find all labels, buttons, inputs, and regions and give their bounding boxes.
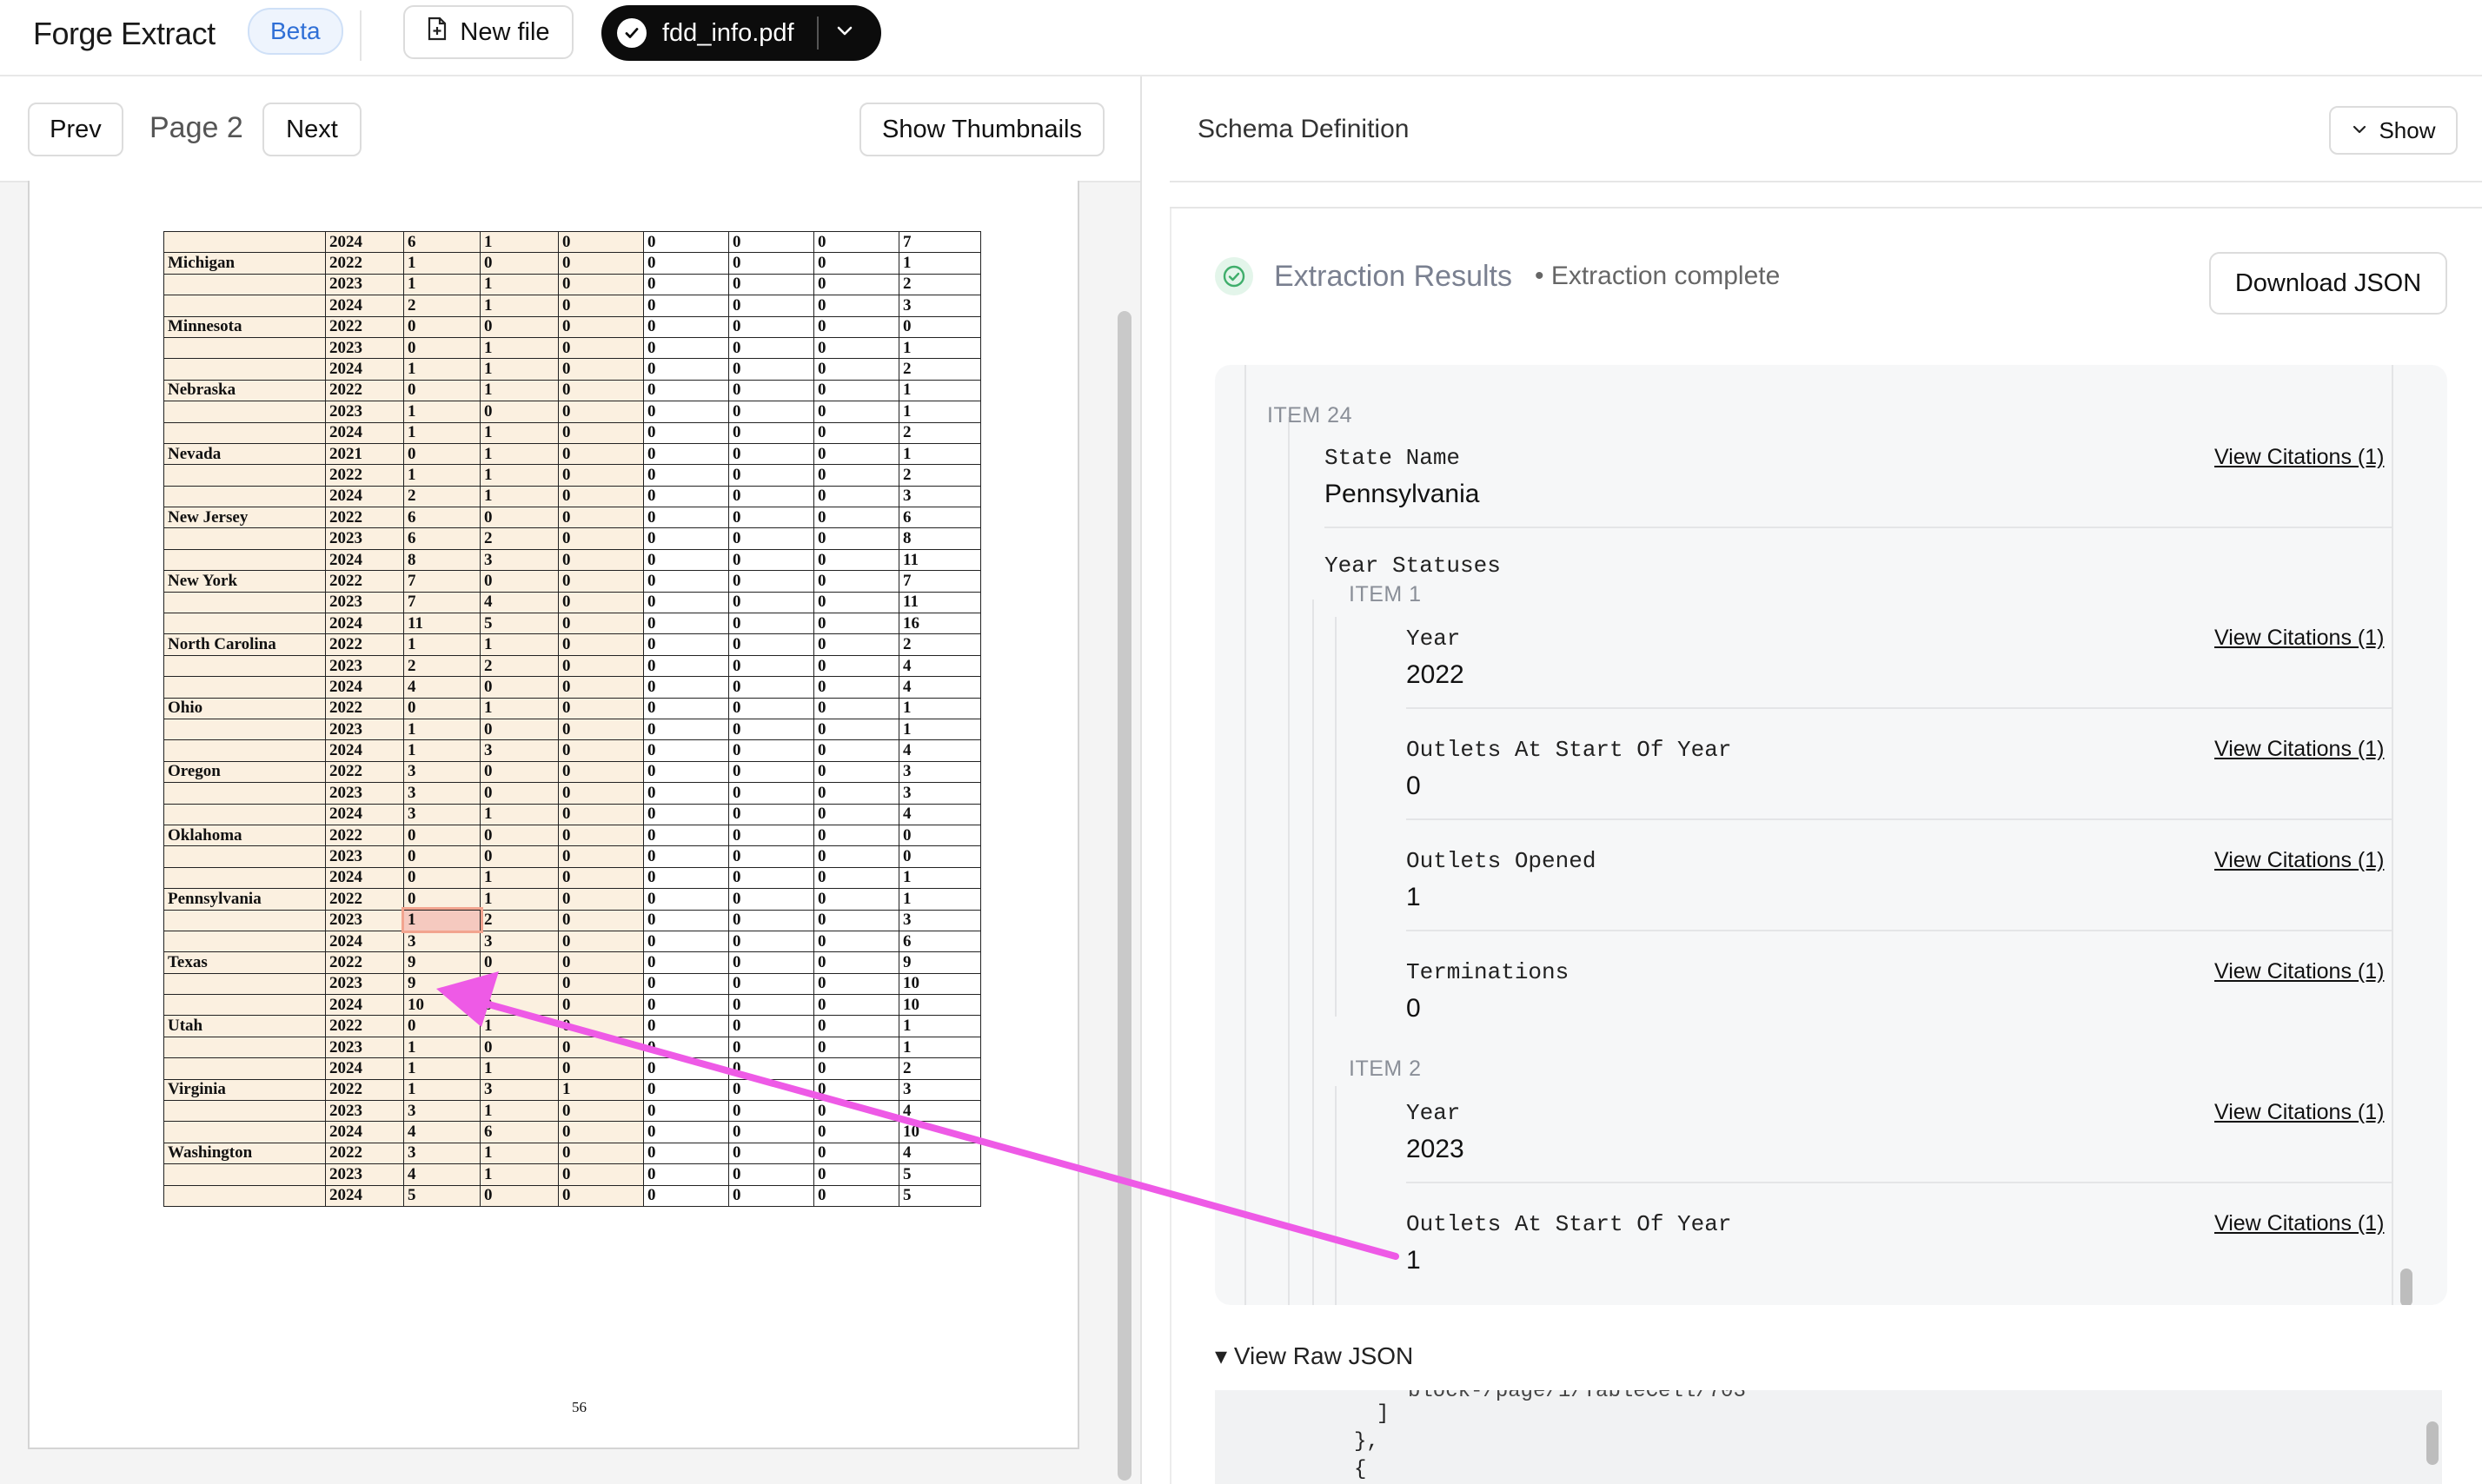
- annotation-arrow: [436, 971, 1399, 1260]
